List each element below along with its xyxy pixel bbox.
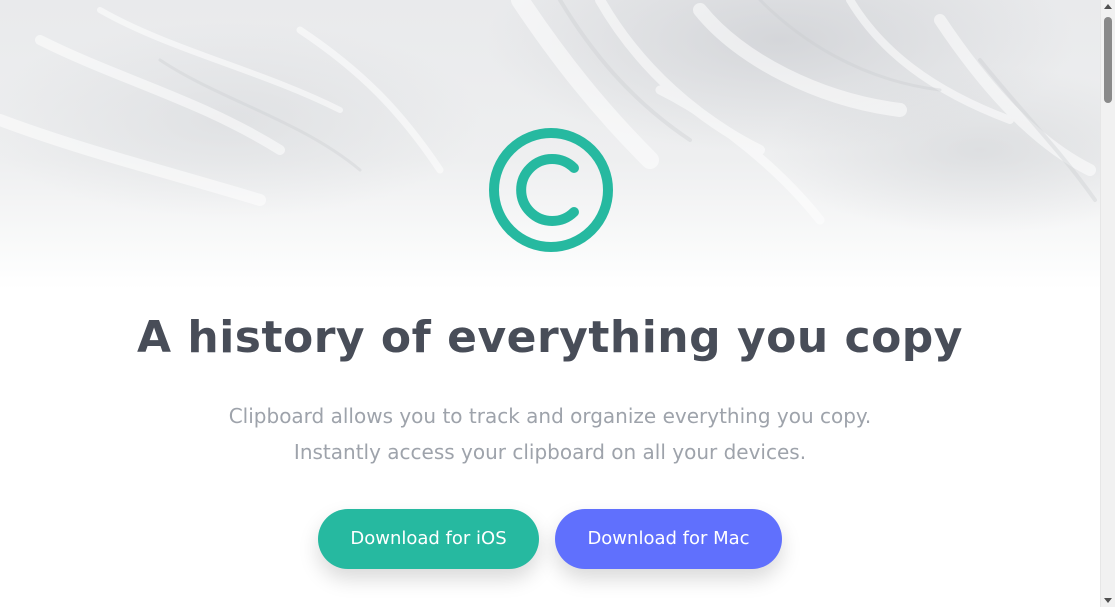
landing-page: A history of everything you copy Clipboa… [0, 0, 1100, 607]
scroll-up-arrow-icon[interactable] [1104, 4, 1112, 9]
copyright-logo-icon [488, 127, 614, 253]
download-mac-button[interactable]: Download for Mac [555, 509, 782, 569]
subtitle-line-1: Clipboard allows you to track and organi… [228, 404, 872, 428]
scrollbar-thumb[interactable] [1104, 17, 1112, 103]
scroll-down-arrow-icon[interactable] [1104, 598, 1112, 603]
vertical-scrollbar[interactable] [1100, 0, 1115, 607]
page-title: A history of everything you copy [137, 312, 963, 363]
hero-subtitle: Clipboard allows you to track and organi… [0, 398, 1100, 470]
subtitle-line-2: Instantly access your clipboard on all y… [293, 440, 807, 464]
download-ios-button[interactable]: Download for iOS [318, 509, 539, 569]
